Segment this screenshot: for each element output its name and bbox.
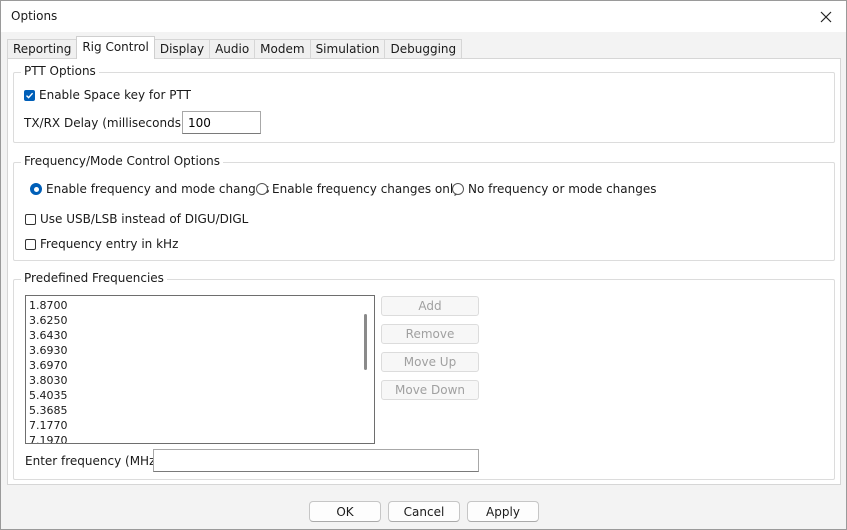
- enter-frequency-label: Enter frequency (MHz):: [25, 454, 165, 468]
- radio-circle: [30, 183, 42, 195]
- tab-debugging[interactable]: Debugging: [384, 39, 463, 59]
- list-item[interactable]: 3.6970: [26, 358, 374, 373]
- space-key-ptt-label: Enable Space key for PTT: [39, 88, 191, 102]
- usb-lsb-checkbox[interactable]: Use USB/LSB instead of DIGU/DIGL: [25, 212, 248, 226]
- apply-button[interactable]: Apply: [467, 501, 539, 522]
- space-key-ptt-checkbox[interactable]: Enable Space key for PTT: [24, 88, 191, 102]
- radio-circle: [256, 183, 268, 195]
- window-title: Options: [11, 9, 58, 23]
- tab-simulation[interactable]: Simulation: [309, 39, 386, 59]
- close-icon: [820, 11, 832, 22]
- list-item[interactable]: 1.8700: [26, 298, 374, 313]
- radio-no-changes-label: No frequency or mode changes: [468, 182, 657, 196]
- tab-strip: Reporting Rig Control Display Audio Mode…: [7, 36, 463, 59]
- checkbox-box: [25, 238, 36, 250]
- tx-rx-delay-label: TX/RX Delay (milliseconds):: [24, 116, 190, 130]
- predefined-frequencies-title: Predefined Frequencies: [21, 271, 167, 285]
- radio-circle: [452, 183, 464, 195]
- freq-mode-options-group: Frequency/Mode Control Options Enable fr…: [13, 154, 835, 261]
- radio-freq-only[interactable]: Enable frequency changes only: [256, 182, 460, 196]
- frequency-list[interactable]: 1.8700 3.6250 3.6430 3.6930 3.6970 3.803…: [25, 295, 375, 444]
- title-bar: Options: [1, 1, 846, 32]
- close-button[interactable]: [806, 1, 846, 32]
- list-item[interactable]: 5.4035: [26, 388, 374, 403]
- rig-control-panel: PTT Options Enable Space key for PTT TX/…: [7, 58, 841, 485]
- ok-button[interactable]: OK: [309, 501, 381, 522]
- list-item[interactable]: 5.3685: [26, 403, 374, 418]
- ptt-options-title: PTT Options: [21, 64, 99, 78]
- list-item[interactable]: 3.8030: [26, 373, 374, 388]
- options-dialog: Options Reporting Rig Control Display Au…: [0, 0, 847, 530]
- add-button[interactable]: Add: [381, 296, 479, 316]
- list-item[interactable]: 7.1970: [26, 433, 374, 443]
- remove-button[interactable]: Remove: [381, 324, 479, 344]
- move-down-button[interactable]: Move Down: [381, 380, 479, 400]
- checkmark-icon: [26, 92, 34, 99]
- tx-rx-delay-input[interactable]: [182, 111, 261, 134]
- frequency-list-items: 1.8700 3.6250 3.6430 3.6930 3.6970 3.803…: [26, 296, 374, 443]
- radio-dot: [33, 186, 39, 192]
- tab-rig-control[interactable]: Rig Control: [76, 36, 155, 59]
- frequency-list-scrollbar[interactable]: [358, 296, 374, 443]
- tab-reporting[interactable]: Reporting: [7, 39, 78, 59]
- ptt-options-group: PTT Options Enable Space key for PTT TX/…: [13, 64, 835, 143]
- radio-freq-and-mode[interactable]: Enable frequency and mode changes: [30, 182, 269, 196]
- move-up-button[interactable]: Move Up: [381, 352, 479, 372]
- checkbox-box: [25, 213, 36, 225]
- khz-entry-label: Frequency entry in kHz: [40, 237, 179, 251]
- radio-freq-only-label: Enable frequency changes only: [272, 182, 461, 196]
- khz-entry-checkbox[interactable]: Frequency entry in kHz: [25, 237, 178, 251]
- freq-mode-options-title: Frequency/Mode Control Options: [21, 154, 224, 168]
- tab-display[interactable]: Display: [153, 39, 211, 59]
- tab-audio[interactable]: Audio: [209, 39, 256, 59]
- radio-freq-and-mode-label: Enable frequency and mode changes: [46, 182, 270, 196]
- predefined-frequencies-group: Predefined Frequencies 1.8700 3.6250 3.6…: [13, 271, 835, 480]
- list-item[interactable]: 3.6250: [26, 313, 374, 328]
- checkbox-box: [24, 89, 35, 101]
- radio-no-changes[interactable]: No frequency or mode changes: [452, 182, 656, 196]
- scrollbar-thumb[interactable]: [364, 314, 367, 370]
- cancel-button[interactable]: Cancel: [388, 501, 460, 522]
- tab-modem[interactable]: Modem: [254, 39, 311, 59]
- enter-frequency-input[interactable]: [153, 449, 479, 472]
- list-item[interactable]: 7.1770: [26, 418, 374, 433]
- list-item[interactable]: 3.6930: [26, 343, 374, 358]
- list-item[interactable]: 3.6430: [26, 328, 374, 343]
- usb-lsb-label: Use USB/LSB instead of DIGU/DIGL: [40, 212, 249, 226]
